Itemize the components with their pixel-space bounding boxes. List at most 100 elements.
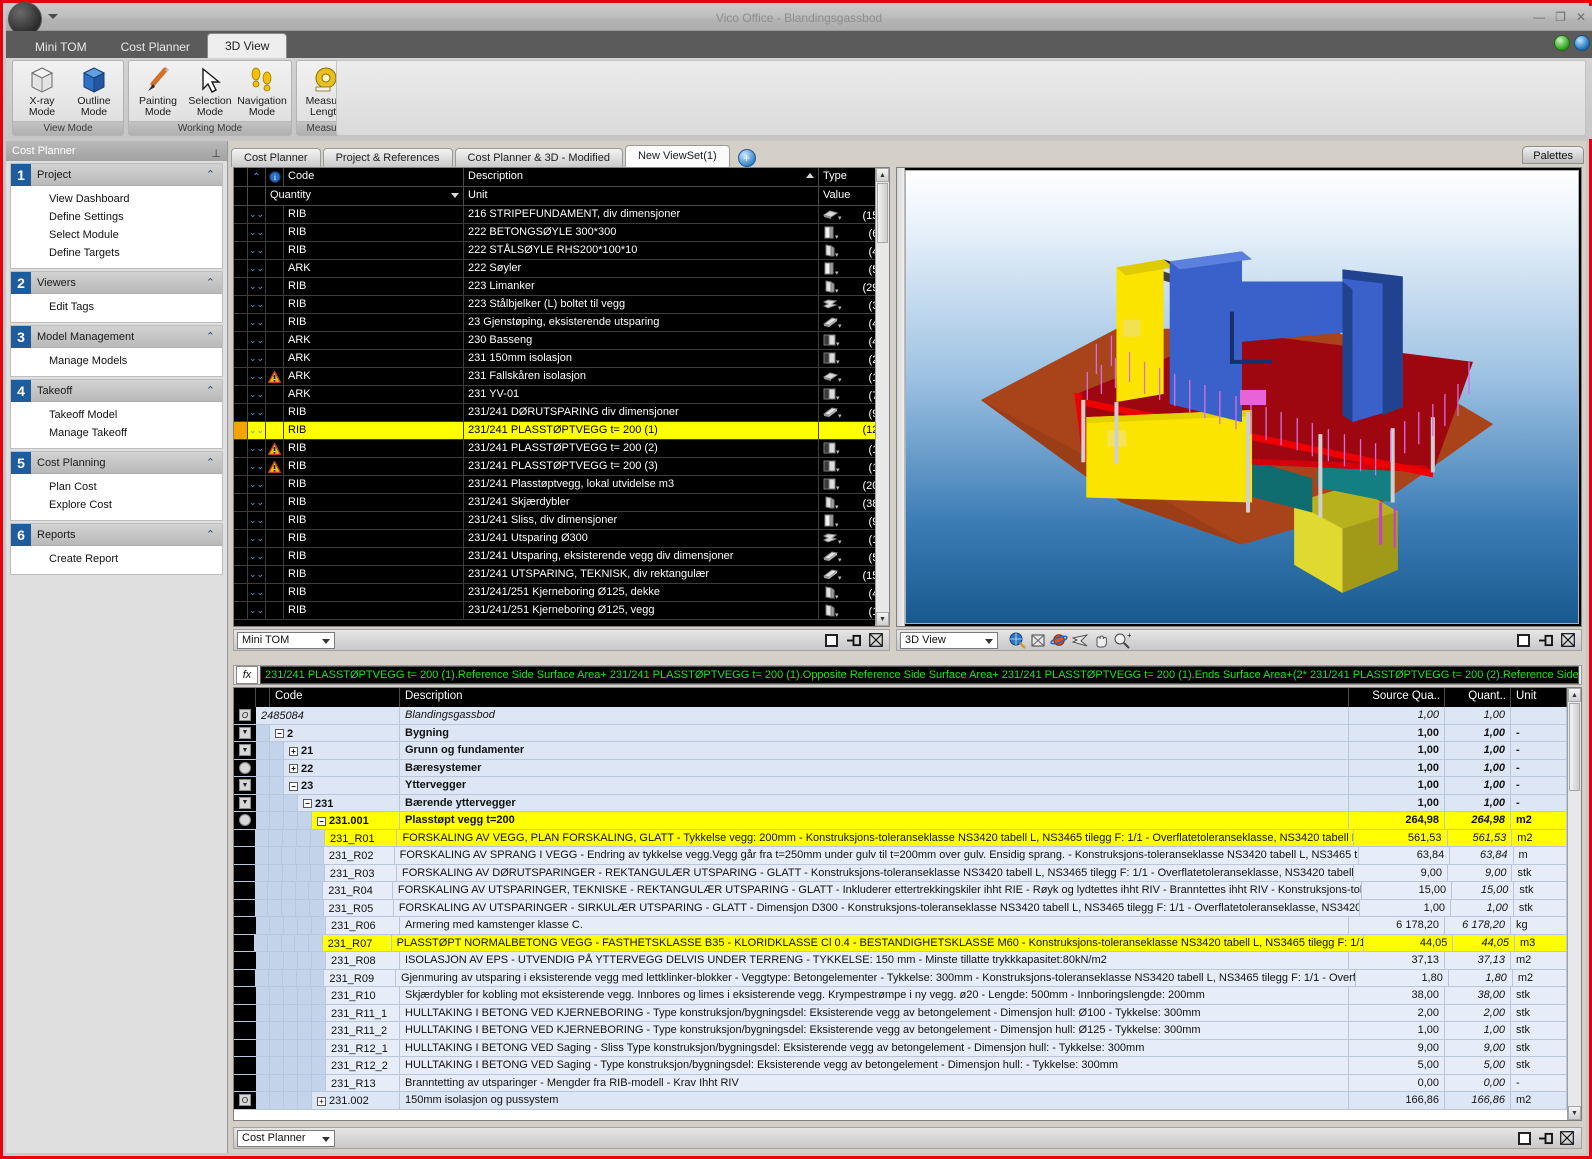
takeoff-row[interactable]: ⌄⌄ RIB 231/241/251 Kjerneboring Ø125, dekk…	[234, 584, 889, 602]
row-indicator-cell[interactable]: O	[234, 707, 256, 724]
row-indicator-cell[interactable]	[234, 987, 256, 1004]
expand-chevron-icon[interactable]: ⌄⌄	[248, 512, 266, 529]
formula-input[interactable]: 231/241 PLASSTØPTVEGG t= 200 (1).Referen…	[260, 666, 1579, 684]
planet-icon[interactable]	[1050, 632, 1068, 649]
expander-toggle[interactable]: +	[317, 1096, 326, 1106]
close-icon[interactable]	[1560, 1131, 1574, 1145]
dock-icon[interactable]	[1538, 634, 1553, 647]
fly-icon[interactable]	[1071, 632, 1089, 649]
expand-chevron-icon[interactable]: ⌄⌄	[248, 278, 266, 295]
takeoff-row[interactable]: ⌄⌄ RIB 231/241 PLASSTØPTVEGG t= 200 (1) (12…	[234, 422, 889, 440]
expand-chevron-icon[interactable]: ⌄⌄	[248, 386, 266, 403]
pan-hand-icon[interactable]	[1092, 632, 1110, 649]
takeoff-row[interactable]: ⌄⌄ RIB 231/241/251 Kjerneboring Ø125, vegg…	[234, 602, 889, 620]
add-viewset-button[interactable]: +	[737, 149, 756, 167]
cost-header-description[interactable]: Description	[400, 688, 1349, 707]
expand-chevron-icon[interactable]: ⌄⌄	[248, 242, 266, 259]
scroll-thumb[interactable]	[1569, 703, 1580, 791]
row-indicator-cell[interactable]	[234, 882, 255, 899]
cost-row[interactable]: 231_R11_1 HULLTAKING I BETONG VED KJERNEB…	[234, 1004, 1581, 1022]
close-icon[interactable]	[1561, 633, 1575, 647]
cost-row[interactable]: 231_R07 PLASSTØPT NORMALBETONG VEGG - FAS…	[234, 934, 1581, 952]
expand-chevron-icon[interactable]: ⌄⌄	[248, 584, 266, 601]
row-indicator-cell[interactable]	[234, 1022, 256, 1039]
takeoff-row[interactable]: ⌄⌄RIB231/241 PLASSTØPTVEGG t= 200 (3)▾(1…	[234, 458, 889, 476]
row-indicator-arrow[interactable]: ▼	[239, 796, 251, 809]
cost-row[interactable]: 231_R03 FORSKALING AV DØRUTSPARINGER - RE…	[234, 864, 1581, 882]
row-indicator-o[interactable]: O	[239, 1094, 251, 1107]
outline-mode-button[interactable]: Outline Mode	[69, 64, 119, 118]
takeoff-grid-scrollbar[interactable]: ▲ ▼	[875, 168, 889, 626]
scroll-up-button[interactable]: ▲	[1568, 688, 1581, 702]
sidebar-item-takeoff-model[interactable]: Takeoff Model	[11, 406, 222, 424]
expand-chevron-icon[interactable]: ⌄⌄	[248, 332, 266, 349]
xray-mode-button[interactable]: X-ray Mode	[17, 64, 67, 118]
cost-row[interactable]: O +231.002 150mm isolasjon og pussystem 166…	[234, 1092, 1581, 1110]
expander-toggle[interactable]: −	[289, 781, 298, 791]
sidebar-group-header-viewers[interactable]: 2 Viewers ⌃	[11, 271, 222, 294]
row-indicator-cell[interactable]: ▼	[234, 724, 256, 741]
expand-chevron-icon[interactable]: ⌄⌄	[248, 350, 266, 367]
row-indicator-cell[interactable]: ▼	[234, 777, 256, 794]
cost-row[interactable]: +22 Bæresystemer 1,00 1,00-	[234, 759, 1581, 777]
row-indicator-arrow[interactable]: ▼	[239, 779, 251, 792]
takeoff-row[interactable]: ⌄⌄ RIB 23 Gjenstøping, eksisterende utspar…	[234, 314, 889, 332]
restore-icon[interactable]	[825, 633, 838, 647]
row-indicator-cell[interactable]	[234, 934, 255, 951]
sidebar-item-select-module[interactable]: Select Module	[11, 226, 222, 244]
cost-row[interactable]: 231_R12_2 HULLTAKING I BETONG VED Saging …	[234, 1057, 1581, 1075]
takeoff-row[interactable]: ⌄⌄RIB222 STÅLSØYLE RHS200*100*10▾(4)	[234, 242, 889, 260]
chevron-up-icon[interactable]: ⌃	[206, 384, 215, 397]
selection-mode-button[interactable]: Selection Mode	[185, 64, 235, 118]
cost-row[interactable]: 231_R05 FORSKALING AV UTSPARINGER - SIRKU…	[234, 899, 1581, 917]
cost-row[interactable]: 231_R01 FORSKALING AV VEGG, PLAN FORSKALI…	[234, 829, 1581, 847]
sidebar-item-define-settings[interactable]: Define Settings	[11, 208, 222, 226]
sidebar-group-header-reports[interactable]: 6 Reports ⌃	[11, 523, 222, 546]
cost-row[interactable]: 231_R12_1 HULLTAKING I BETONG VED Saging …	[234, 1039, 1581, 1057]
cost-header-quantity[interactable]: Quant..	[1445, 688, 1511, 707]
takeoff-row[interactable]: ⌄⌄ARK231 YV-01▾(7)	[234, 386, 889, 404]
dock-icon[interactable]	[846, 634, 861, 647]
takeoff-row[interactable]: ⌄⌄RIB231/241 Utsparing Ø300▾(1)	[234, 530, 889, 548]
expander-toggle[interactable]: −	[303, 799, 312, 809]
takeoff-row[interactable]: ⌄⌄ RIB 216 STRIPEFUNDAMENT, div dimensjone…	[234, 206, 889, 224]
row-indicator-cell[interactable]	[234, 759, 256, 776]
row-indicator-cell[interactable]	[234, 899, 255, 916]
sidebar-item-define-targets[interactable]: Define Targets	[11, 244, 222, 262]
viewset-tab-cost-planner[interactable]: Cost Planner	[231, 148, 321, 167]
expand-chevron-icon[interactable]: ⌄⌄	[248, 314, 266, 331]
expand-chevron-icon[interactable]: ⌄⌄	[248, 548, 266, 565]
takeoff-row[interactable]: ⌄⌄ARK231 Fallskåren isolasjon▾(1)	[234, 368, 889, 386]
expand-chevron-icon[interactable]: ⌄⌄	[248, 566, 266, 583]
3d-viewport[interactable]	[896, 167, 1582, 627]
takeoff-row[interactable]: ⌄⌄ RIB 223 Stålbjelker (L) boltet til vegg…	[234, 296, 889, 314]
expand-chevron-icon[interactable]: ⌄⌄	[248, 602, 266, 619]
row-indicator-cell[interactable]	[234, 847, 255, 864]
row-indicator-arrow[interactable]: ▼	[239, 726, 251, 739]
cost-row[interactable]: ▼ +21 Grunn og fundamenter 1,00 1,00-	[234, 742, 1581, 760]
cost-row[interactable]: 231_R02 FORSKALING AV SPRANG I VEGG - End…	[234, 847, 1581, 865]
row-indicator-cell[interactable]	[234, 1074, 256, 1091]
row-indicator-cell[interactable]: ▼	[234, 794, 256, 811]
cost-row[interactable]: 231_R06 Armering med kamstenger klasse C.…	[234, 917, 1581, 935]
expand-chevron-icon[interactable]: ⌄⌄	[248, 404, 266, 421]
takeoff-row[interactable]: ⌄⌄RIB231/241 Sliss, div dimensjoner▾(9)	[234, 512, 889, 530]
orbit-cage-icon[interactable]	[1029, 632, 1047, 649]
dock-icon[interactable]	[1538, 1132, 1553, 1145]
chevron-up-icon[interactable]: ⌃	[206, 456, 215, 469]
chevron-down-icon[interactable]	[985, 638, 993, 644]
scroll-down-button[interactable]: ▼	[1568, 1106, 1581, 1120]
row-indicator-o[interactable]: O	[239, 709, 251, 722]
row-indicator-arrow[interactable]: ▼	[239, 744, 251, 757]
header-code[interactable]: Code	[284, 168, 464, 186]
navigation-mode-button[interactable]: Navigation Mode	[237, 64, 287, 118]
zoom-globe-icon[interactable]	[1008, 632, 1026, 649]
row-indicator-cell[interactable]	[234, 1039, 256, 1056]
sidebar-item-edit-tags[interactable]: Edit Tags	[11, 298, 222, 316]
expander-toggle[interactable]: +	[289, 746, 298, 756]
cost-row[interactable]: 231_R09 Gjenmuring av utsparing i eksiste…	[234, 969, 1581, 987]
cost-row[interactable]: 231_R13 Branntetting av utsparinger - Men…	[234, 1074, 1581, 1092]
viewset-tab-cost-planner-3d-modified[interactable]: Cost Planner & 3D - Modified	[454, 148, 623, 167]
header-description[interactable]: Description	[464, 168, 819, 186]
filter-arrow-icon[interactable]	[451, 193, 459, 198]
